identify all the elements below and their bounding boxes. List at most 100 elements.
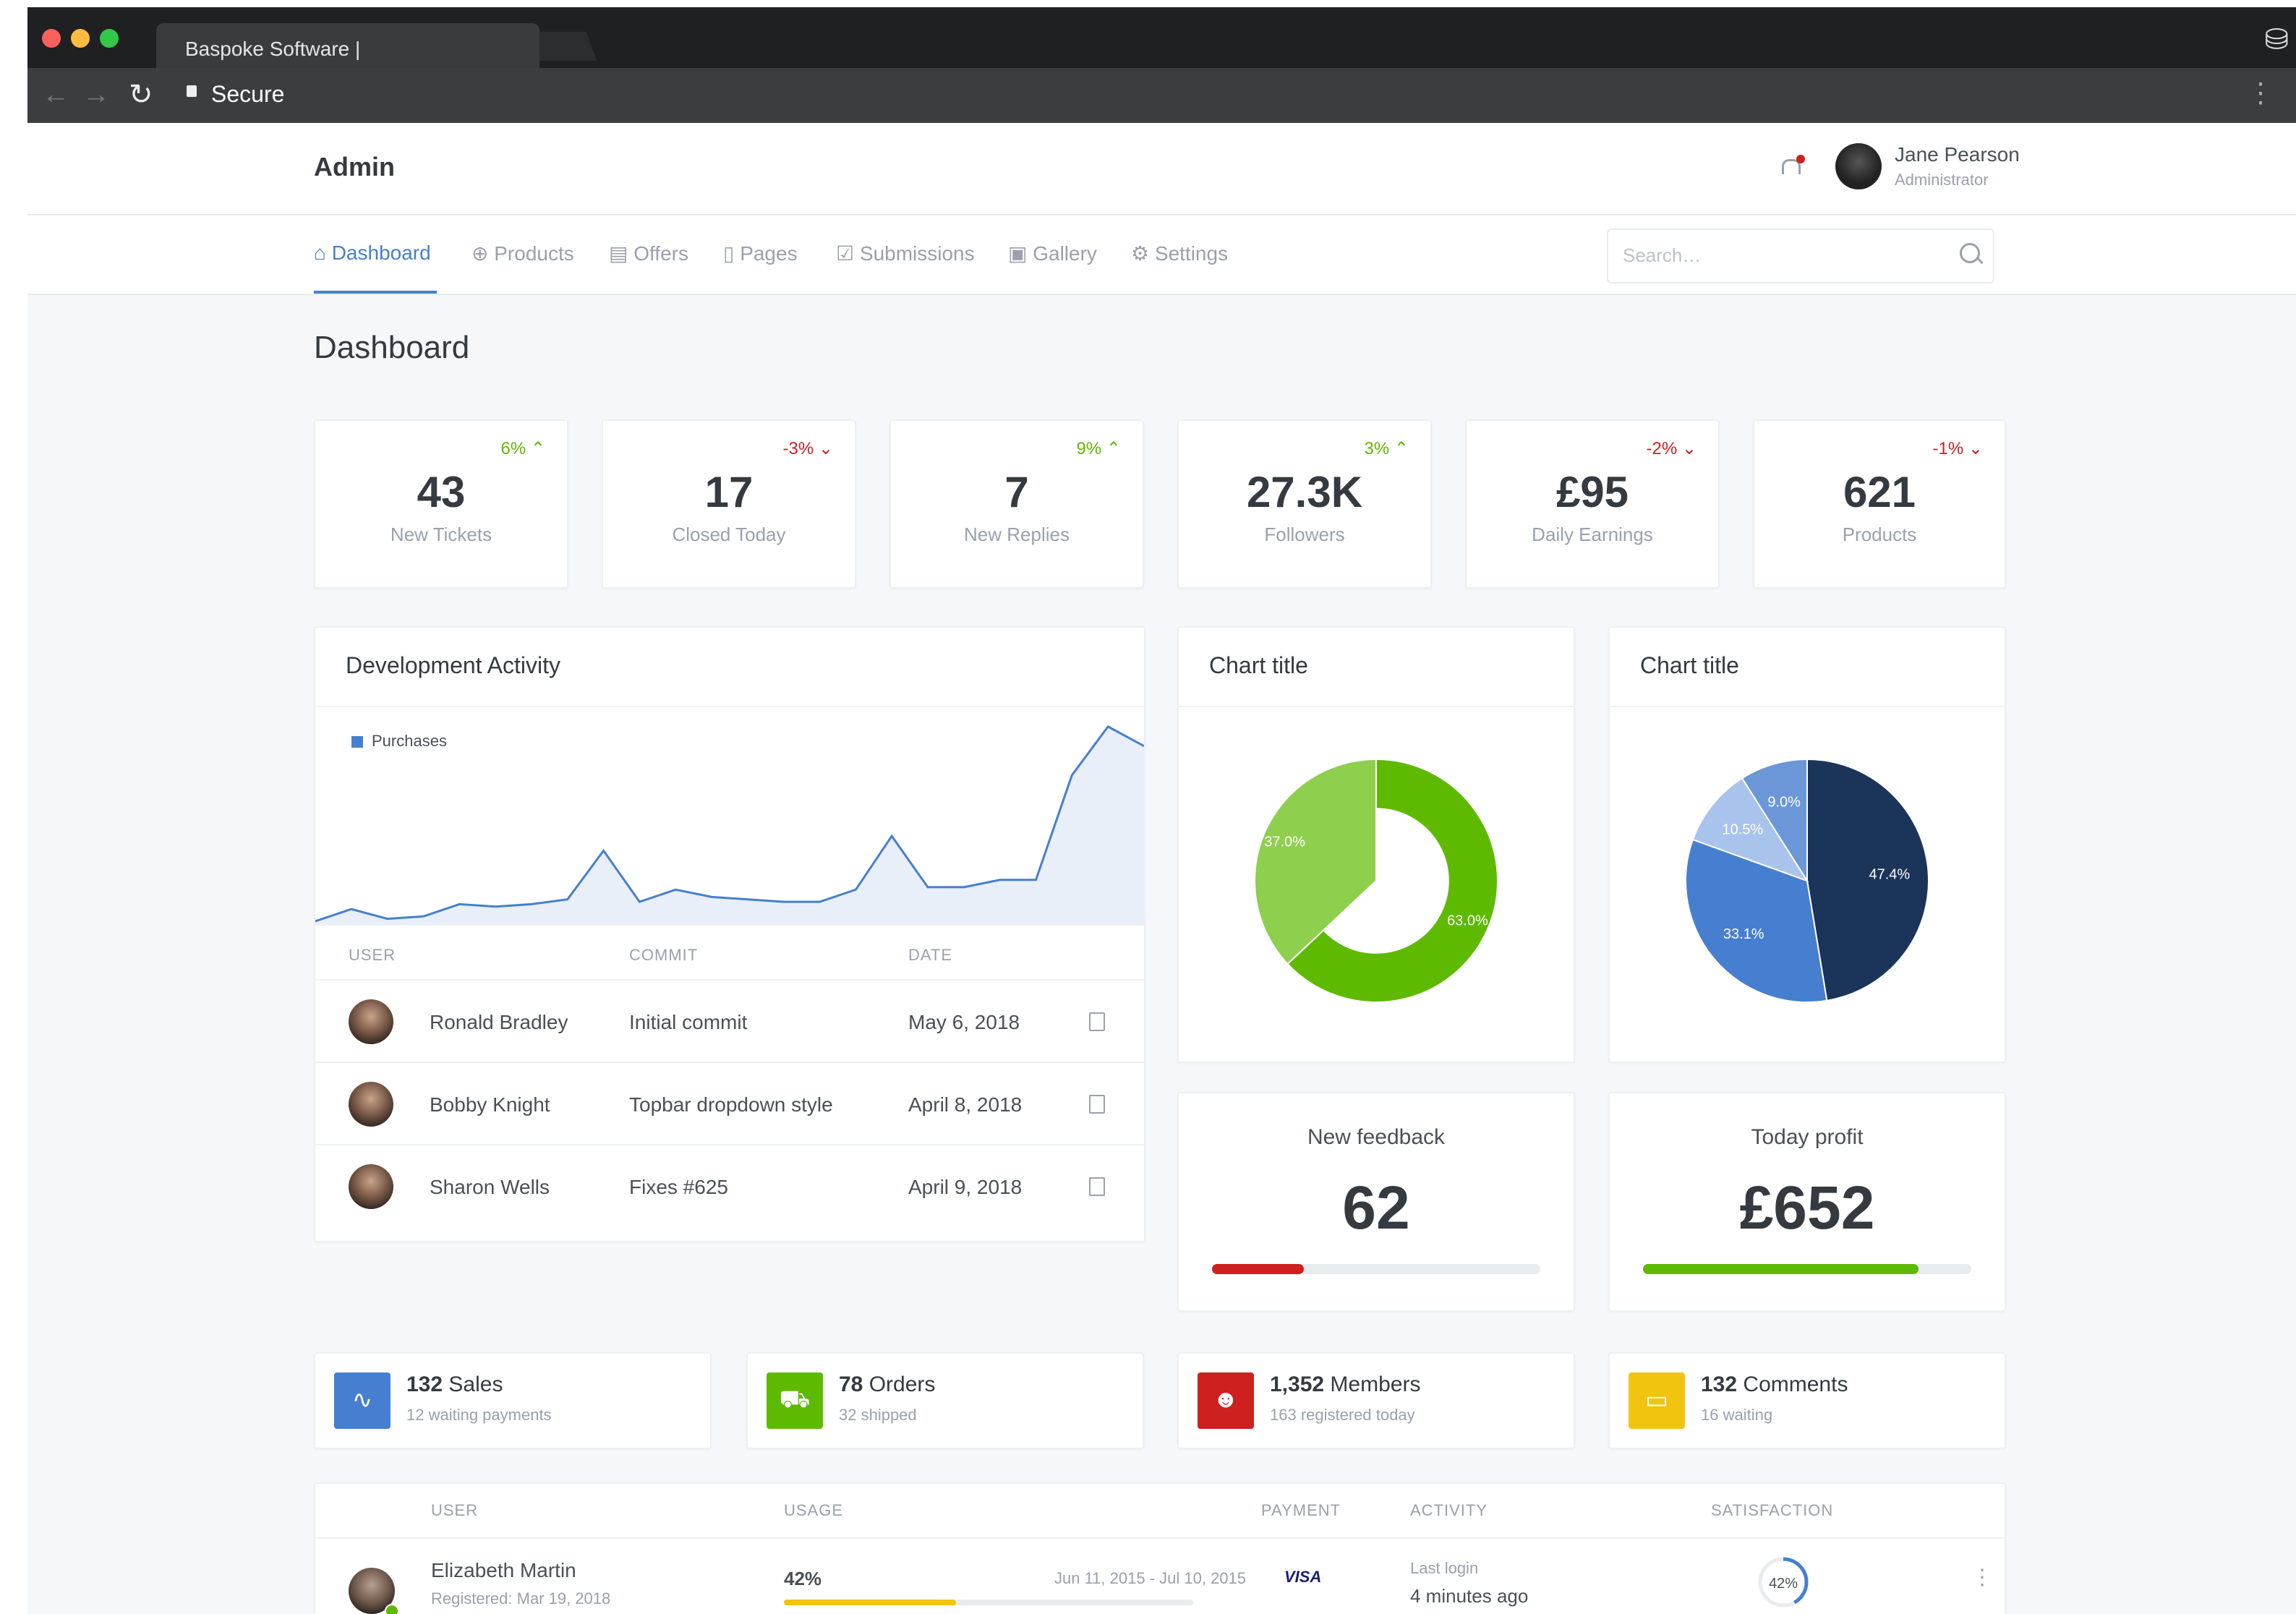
stat-change: 6% ⌃ (500, 439, 545, 458)
lock-icon (187, 85, 197, 97)
page-title: Dashboard (314, 330, 470, 365)
pie-chart: 47.4% 33.1% 10.5%9.0% (1685, 758, 1929, 1003)
trash-icon[interactable] (1089, 1177, 1105, 1196)
brand-title[interactable]: Admin (314, 152, 395, 182)
active-tab-underline (314, 291, 437, 294)
message-icon: ▭ (1629, 1372, 1685, 1429)
column-header[interactable]: COMMIT (629, 946, 698, 965)
slice-label: 47.4% (1869, 867, 1910, 883)
bell-icon[interactable] (1780, 155, 1805, 176)
area-fill (315, 726, 1144, 924)
slice-label: 9.0% (1767, 794, 1801, 810)
browser-tab[interactable]: Baspoke Software | (156, 23, 539, 69)
table-row: Elizabeth Martin Registered: Mar 19, 201… (315, 1539, 2005, 1614)
column-header[interactable]: USER (431, 1501, 478, 1520)
kpi-title: Today profit (1751, 1125, 1864, 1149)
forward-icon[interactable]: → (82, 80, 110, 111)
online-status-dot (385, 1604, 399, 1614)
user-name: Elizabeth Martin (431, 1559, 576, 1581)
visa-icon: VISA (1284, 1568, 1322, 1586)
tab-gallery[interactable]: ▣ Gallery (1008, 242, 1097, 265)
column-header[interactable]: USER (349, 946, 396, 965)
user-role: Administrator (1895, 171, 1989, 189)
development-activity-card: Development Activity Purchases USER COMM… (314, 626, 1145, 1242)
column-header[interactable]: SATISFACTION (1711, 1501, 1833, 1520)
user-name: Bobby Knight (430, 1093, 550, 1116)
tab-offers[interactable]: ▤ Offers (609, 242, 688, 265)
kpi-title: New feedback (1307, 1125, 1446, 1149)
address-bar: ← → ↻ Secure ⋮ (27, 68, 2296, 123)
search-box[interactable] (1607, 229, 1994, 283)
stat-change: -3% ⌄ (782, 439, 833, 458)
stat-label: Closed Today (672, 524, 786, 545)
box-icon: ⊕ (471, 242, 495, 265)
users-icon: ☻ (1198, 1372, 1254, 1429)
legend-label[interactable]: Purchases (372, 732, 447, 750)
donut-chart-card: Chart title 63.0% 37.0% (1177, 626, 1575, 1063)
users-table: USER USAGE PAYMENT ACTIVITY SATISFACTION… (314, 1482, 2006, 1614)
tab-settings[interactable]: ⚙ Settings (1131, 242, 1228, 265)
kpi-value: £652 (1739, 1174, 1875, 1242)
members-summary-card: ☻ 1,352 Members 163 registered today (1177, 1352, 1575, 1449)
summary-title: 132 Sales (406, 1372, 503, 1396)
new-feedback-card: New feedback 62 (1177, 1092, 1575, 1312)
user-name: Sharon Wells (430, 1176, 550, 1198)
maximize-window-dot[interactable] (100, 29, 119, 48)
column-header[interactable]: PAYMENT (1261, 1501, 1341, 1520)
settings-icon: ⚙ (1131, 242, 1155, 265)
slice-label: 10.5% (1722, 822, 1763, 838)
search-icon[interactable] (1960, 243, 1980, 263)
column-header[interactable]: USAGE (784, 1501, 843, 1520)
stat-value: £95 (1555, 468, 1629, 516)
file-icon: ▯ (723, 242, 741, 265)
tab-dashboard[interactable]: ⌂ Dashboard (314, 242, 431, 265)
satisfaction-label: 42% (1769, 1576, 1798, 1592)
slice-label: 37.0% (1264, 834, 1305, 850)
app-header: Admin Jane Pearson Administrator (27, 123, 2296, 215)
card-title: Chart title (1209, 652, 1308, 678)
summary-subtitle: 16 waiting (1701, 1406, 1773, 1424)
stat-value: 27.3K (1246, 468, 1363, 516)
notification-dot (1796, 155, 1805, 163)
column-header[interactable]: ACTIVITY (1410, 1501, 1488, 1520)
stat-card-followers: 3% ⌃ 27.3K Followers (1177, 419, 1432, 589)
stat-change: 3% ⌃ (1364, 439, 1409, 458)
column-header[interactable]: DATE (908, 946, 952, 965)
close-window-dot[interactable] (42, 29, 61, 48)
reload-icon[interactable]: ↻ (129, 78, 153, 111)
card-header: Chart title (1610, 628, 2005, 707)
browser-tab-bar: Baspoke Software | ⛁ (27, 7, 2296, 69)
stat-value: 621 (1843, 468, 1916, 516)
commit-date: April 9, 2018 (908, 1176, 1023, 1198)
stat-label: New Tickets (390, 524, 492, 545)
search-input[interactable] (1621, 240, 1942, 270)
check-square-icon: ☑ (836, 242, 860, 265)
summary-subtitle: 163 registered today (1270, 1406, 1415, 1424)
avatar[interactable] (1835, 143, 1882, 189)
browser-menu-icon[interactable]: ⋮ (2247, 77, 2274, 109)
kpi-progress-track (1212, 1264, 1540, 1274)
trash-icon[interactable] (1089, 1095, 1105, 1114)
slice-label: 63.0% (1447, 913, 1488, 929)
stat-change: 9% ⌃ (1076, 439, 1121, 458)
pie-chart-card: Chart title 47.4% 33.1% 10.5% 9.0% (1608, 626, 2006, 1063)
tab-products[interactable]: ⊕ Products (471, 242, 574, 265)
row-menu-icon[interactable]: ⋮ (1971, 1565, 1993, 1590)
comments-summary-card: ▭ 132 Comments 16 waiting (1608, 1352, 2006, 1449)
back-icon[interactable]: ← (42, 80, 69, 111)
summary-title: 1,352 Members (1270, 1372, 1421, 1396)
user-name[interactable]: Jane Pearson (1895, 143, 2020, 166)
trash-icon[interactable] (1089, 1012, 1105, 1031)
home-icon: ⌂ (314, 242, 332, 264)
summary-title: 78 Orders (839, 1372, 936, 1396)
stat-value: 17 (704, 468, 754, 516)
kpi-progress-track (1643, 1264, 1971, 1274)
tab-submissions[interactable]: ☑ Submissions (836, 242, 975, 265)
minimize-window-dot[interactable] (71, 29, 90, 48)
avatar (349, 1082, 393, 1127)
tab-pages[interactable]: ▯ Pages (723, 242, 798, 265)
secure-label[interactable]: Secure (211, 81, 284, 108)
activity-value: 4 minutes ago (1410, 1585, 1529, 1607)
stat-card-closed-today: -3% ⌄ 17 Closed Today (602, 419, 856, 589)
commit-message: Fixes #625 (629, 1176, 728, 1198)
